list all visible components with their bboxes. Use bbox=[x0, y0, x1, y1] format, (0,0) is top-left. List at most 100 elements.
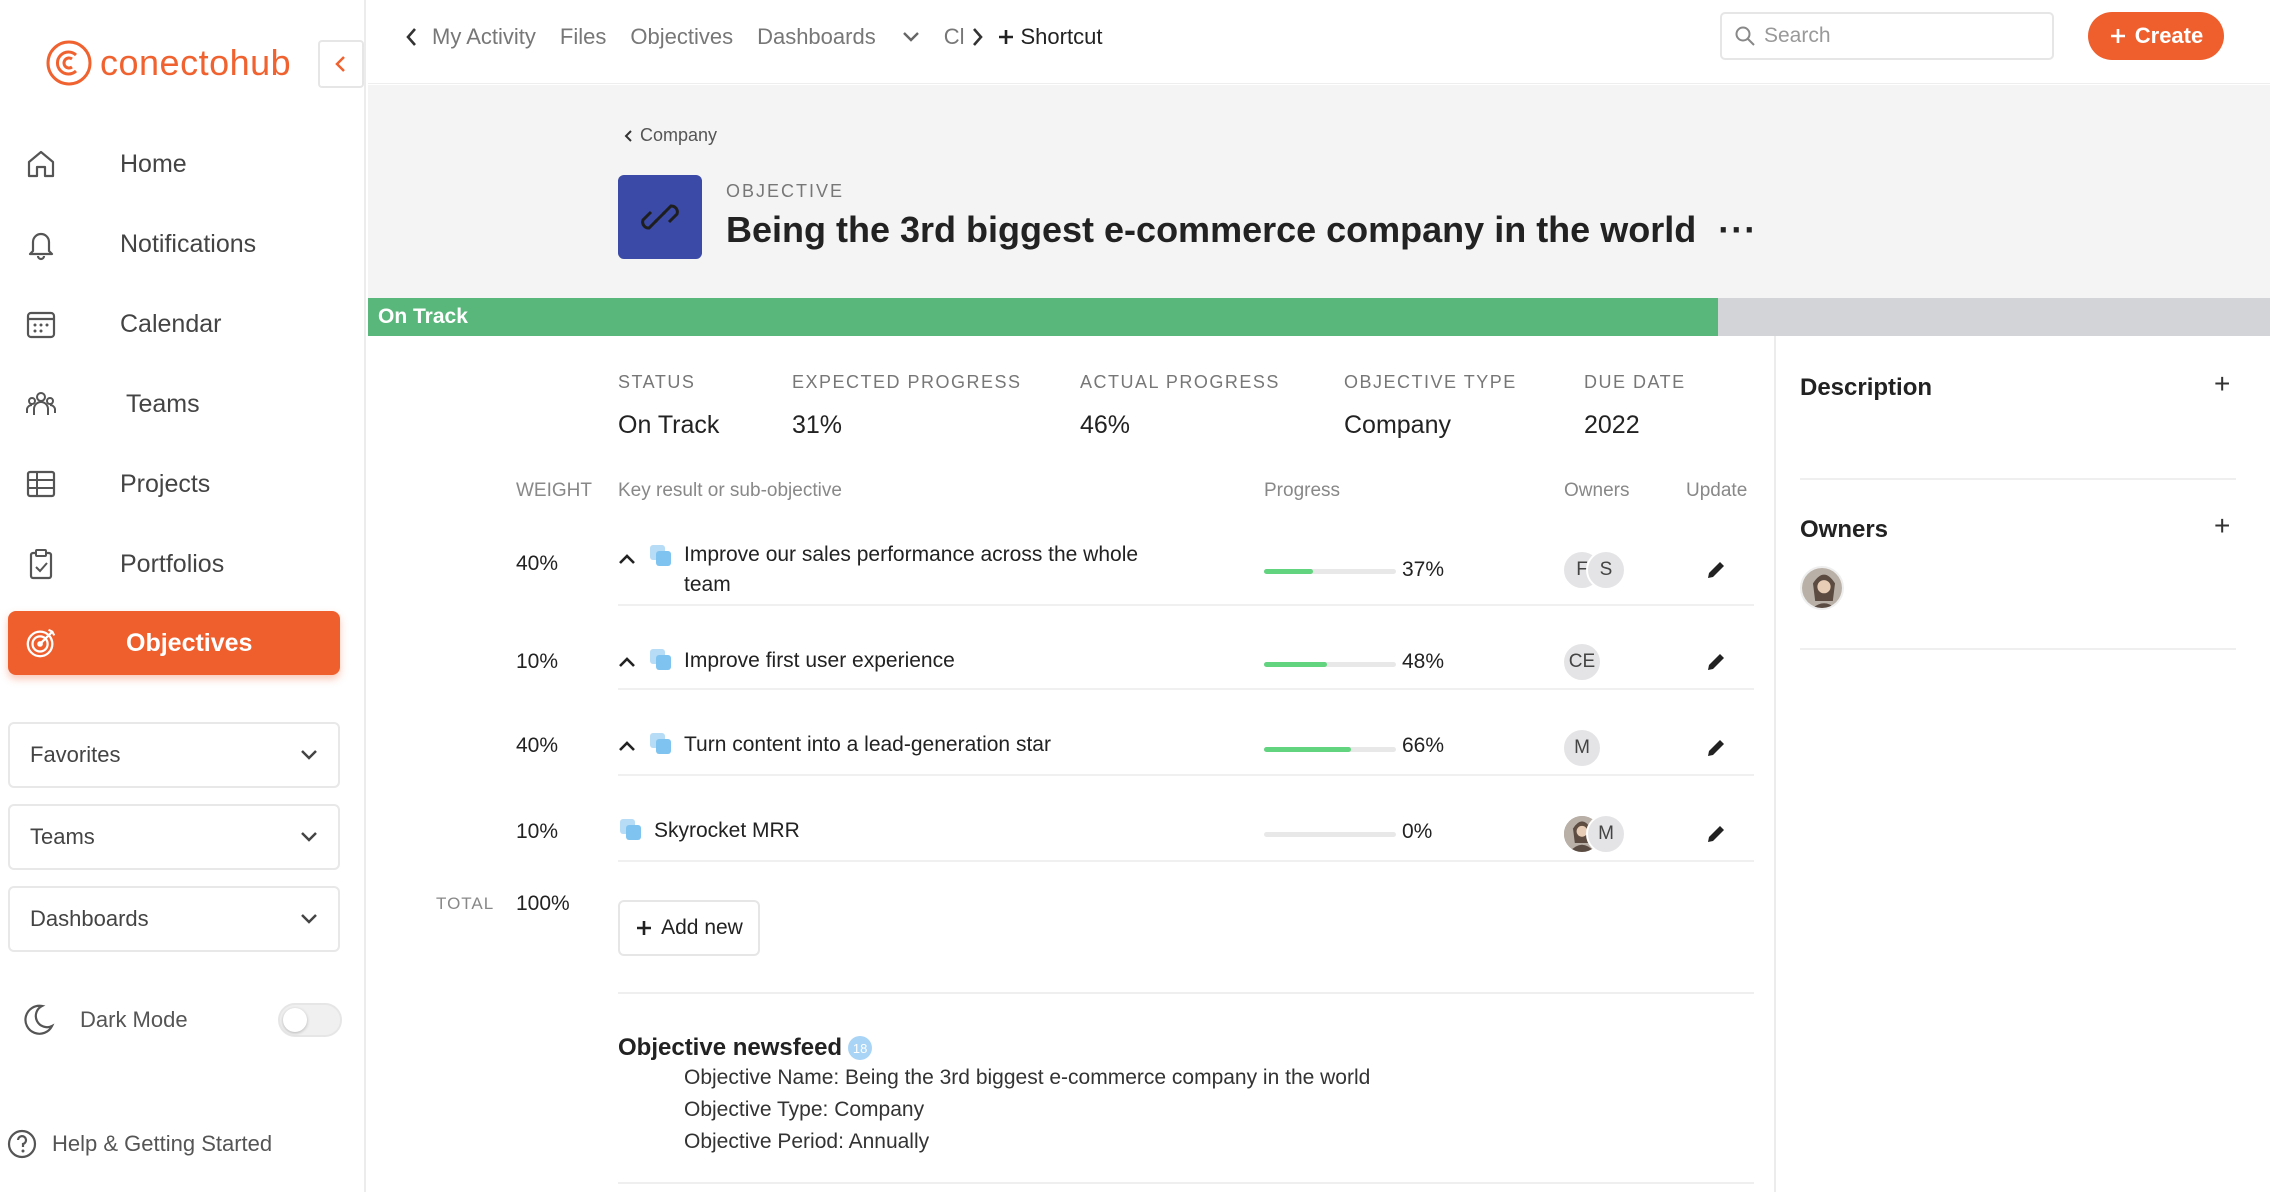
row-kr-line: Skyrocket MRR bbox=[654, 819, 800, 842]
meta-value: 2022 bbox=[1584, 411, 1640, 439]
status-progress-fill bbox=[368, 298, 1719, 336]
row-kr-text: Improve our sales performance across the… bbox=[684, 540, 1138, 600]
dark-mode-toggle[interactable] bbox=[278, 1003, 342, 1037]
col-header-kr: Key result or sub-objective bbox=[618, 480, 842, 501]
search-placeholder: Search bbox=[1764, 24, 1831, 47]
breadcrumb[interactable]: Company bbox=[624, 125, 717, 146]
top-nav-cl[interactable]: Cl bbox=[944, 24, 965, 50]
create-button[interactable]: Create bbox=[2088, 12, 2224, 60]
chevron-down-icon bbox=[301, 750, 317, 760]
col-header-update: Update bbox=[1686, 480, 1748, 501]
dropdown-label: Favorites bbox=[30, 742, 121, 767]
top-nav-dashboards[interactable]: Dashboards bbox=[757, 24, 920, 50]
brand-logo[interactable]: conectohub bbox=[44, 38, 291, 88]
add-owner-button[interactable]: + bbox=[2214, 510, 2230, 542]
edit-pencil-icon[interactable] bbox=[1704, 736, 1728, 760]
favorites-dropdown[interactable]: Favorites bbox=[8, 722, 340, 788]
row-kr-line: team bbox=[684, 573, 731, 596]
edit-pencil-icon[interactable] bbox=[1704, 558, 1728, 582]
avatar[interactable]: M bbox=[1562, 728, 1602, 768]
meta-key: OBJECTIVE TYPE bbox=[1344, 372, 1517, 392]
meta-due-date: DUE DATE 2022 bbox=[1584, 372, 1686, 440]
sub-objective-icon bbox=[620, 819, 641, 840]
nav-portfolios[interactable]: Portfolios bbox=[8, 532, 340, 596]
meta-value: Company bbox=[1344, 411, 1451, 439]
divider bbox=[618, 1182, 1754, 1184]
add-new-button[interactable]: Add new bbox=[618, 900, 760, 956]
back-arrow-icon[interactable] bbox=[404, 26, 420, 48]
edit-pencil-icon[interactable] bbox=[1704, 650, 1728, 674]
nav-projects[interactable]: Projects bbox=[8, 452, 340, 516]
shortcut-button[interactable]: Shortcut bbox=[997, 24, 1127, 50]
row-weight: 10% bbox=[516, 820, 559, 843]
help-link[interactable]: Help & Getting Started bbox=[6, 1128, 272, 1160]
row-weight: 10% bbox=[516, 650, 559, 673]
chevron-up-icon[interactable] bbox=[618, 740, 636, 752]
row-kr[interactable]: Improve our sales performance across the… bbox=[618, 540, 1138, 600]
more-options-button[interactable]: ··· bbox=[1718, 209, 1757, 250]
moon-icon bbox=[24, 1004, 55, 1035]
meta-key: ACTUAL PROGRESS bbox=[1080, 372, 1280, 392]
top-nav-dashboards-label: Dashboards bbox=[757, 24, 876, 49]
row-progress-bar bbox=[1264, 832, 1396, 837]
search-icon bbox=[1735, 26, 1755, 46]
chevron-right-icon[interactable] bbox=[971, 26, 985, 48]
search-input[interactable]: Search bbox=[1720, 12, 2054, 60]
status-progress-label: On Track bbox=[378, 305, 468, 328]
meta-key: EXPECTED PROGRESS bbox=[792, 372, 1022, 392]
row-progress-pct: 37% bbox=[1402, 558, 1445, 581]
top-bar: My Activity Files Objectives Dashboards … bbox=[368, 0, 2270, 84]
row-progress-bar bbox=[1264, 569, 1396, 574]
row-kr[interactable]: Improve first user experience bbox=[618, 646, 955, 676]
add-description-button[interactable]: + bbox=[2214, 368, 2230, 400]
nav-home[interactable]: Home bbox=[8, 132, 340, 196]
chevron-down-icon bbox=[301, 832, 317, 842]
nav-label: Calendar bbox=[120, 309, 222, 338]
nav-objectives[interactable]: Objectives bbox=[8, 611, 340, 675]
nav-teams[interactable]: Teams bbox=[8, 372, 340, 436]
dashboards-dropdown[interactable]: Dashboards bbox=[8, 886, 340, 952]
status-progress-bar: On Track bbox=[368, 298, 2270, 336]
teams-dropdown[interactable]: Teams bbox=[8, 804, 340, 870]
create-label: Create bbox=[2134, 23, 2204, 48]
row-kr[interactable]: Skyrocket MRR bbox=[618, 816, 800, 846]
newsfeed-line: Objective Period: Annually bbox=[684, 1130, 930, 1153]
top-nav-my-activity[interactable]: My Activity bbox=[432, 24, 536, 50]
nav-label: Notifications bbox=[120, 229, 257, 258]
top-nav-files[interactable]: Files bbox=[560, 24, 606, 50]
description-heading: Description bbox=[1800, 374, 1933, 401]
avatar[interactable]: S bbox=[1586, 550, 1626, 590]
top-nav-objectives[interactable]: Objectives bbox=[630, 24, 733, 50]
meta-value: On Track bbox=[618, 411, 720, 439]
divider bbox=[618, 992, 1754, 994]
row-progress-bar bbox=[1264, 662, 1396, 667]
projects-icon bbox=[24, 467, 58, 501]
newsfeed-line: Objective Type: Company bbox=[684, 1098, 925, 1121]
objective-title-row: Being the 3rd biggest e-commerce company… bbox=[726, 209, 1757, 251]
row-kr-line: Improve our sales performance across the… bbox=[684, 543, 1139, 566]
chevron-up-icon[interactable] bbox=[618, 656, 636, 668]
col-header-owners: Owners bbox=[1564, 480, 1630, 501]
nav-notifications[interactable]: Notifications bbox=[8, 212, 340, 276]
row-kr[interactable]: Turn content into a lead-generation star bbox=[618, 730, 1051, 760]
nav-calendar[interactable]: Calendar bbox=[8, 292, 340, 356]
owners-heading: Owners bbox=[1800, 516, 1889, 543]
owner-avatar[interactable] bbox=[1800, 566, 1844, 610]
brand-name: conectohub bbox=[100, 42, 292, 83]
row-weight: 40% bbox=[516, 552, 559, 575]
edit-pencil-icon[interactable] bbox=[1704, 822, 1728, 846]
objective-header: Company OBJECTIVE Being the 3rd biggest … bbox=[368, 85, 2270, 298]
page-title: Being the 3rd biggest e-commerce company… bbox=[726, 209, 1697, 250]
teams-icon bbox=[24, 387, 58, 421]
chevron-up-icon[interactable] bbox=[618, 553, 636, 565]
row-progress-pct: 66% bbox=[1402, 734, 1445, 757]
dark-mode-row: Dark Mode bbox=[20, 998, 342, 1042]
meta-value: 46% bbox=[1080, 411, 1131, 439]
collapse-sidebar-button[interactable] bbox=[318, 40, 364, 88]
avatar[interactable]: M bbox=[1586, 814, 1626, 854]
total-value: 100% bbox=[516, 892, 570, 915]
plus-icon bbox=[2110, 29, 2125, 43]
avatar[interactable]: CE bbox=[1562, 642, 1602, 682]
meta-expected-progress: EXPECTED PROGRESS 31% bbox=[792, 372, 1022, 440]
total-label: TOTAL bbox=[436, 894, 495, 913]
